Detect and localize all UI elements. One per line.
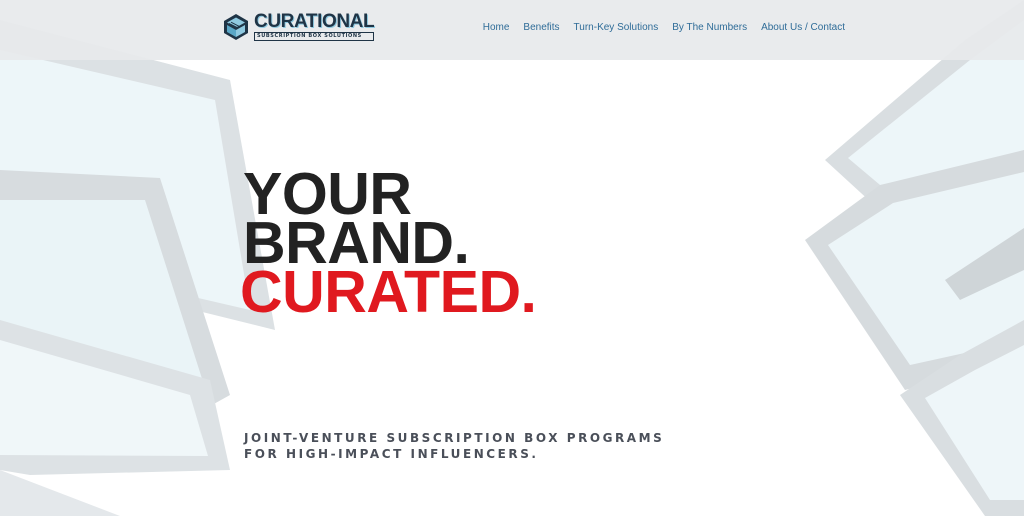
logo-tagline: SUBSCRIPTION BOX SOLUTIONS: [254, 32, 375, 41]
right-box-art: [805, 0, 1024, 516]
hero-headline: YOUR BRAND. CURATED.: [240, 165, 537, 325]
site-header: CURATIONAL SUBSCRIPTION BOX SOLUTIONS Ho…: [0, 0, 1024, 60]
tagline-line-1: JOINT-VENTURE SUBSCRIPTION BOX PROGRAMS: [244, 431, 665, 445]
nav-link-by-the-numbers[interactable]: By The Numbers: [672, 21, 747, 35]
nav-link-benefits[interactable]: Benefits: [523, 21, 559, 35]
hero-line-curated: CURATED.: [240, 259, 537, 325]
stacked-box-icon: [224, 14, 248, 40]
nav-link-turn-key-solutions[interactable]: Turn-Key Solutions: [574, 21, 659, 35]
left-box-art: [0, 20, 275, 516]
hero-tagline: JOINT-VENTURE SUBSCRIPTION BOX PROGRAMS …: [244, 430, 664, 462]
nav-link-home[interactable]: Home: [483, 21, 510, 35]
nav-link-about-contact[interactable]: About Us / Contact: [761, 21, 845, 35]
logo-wordmark: CURATIONAL: [254, 11, 375, 32]
main-navigation: Home Benefits Turn-Key Solutions By The …: [483, 21, 845, 35]
tagline-line-2: FOR HIGH-IMPACT INFLUENCERS.: [244, 447, 539, 461]
site-logo[interactable]: CURATIONAL SUBSCRIPTION BOX SOLUTIONS: [220, 11, 375, 43]
